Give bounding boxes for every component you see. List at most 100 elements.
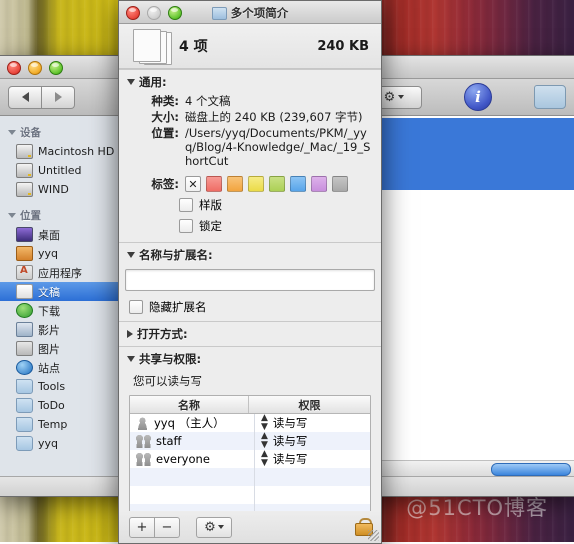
label-tags-row[interactable]: 标签: ✕ (127, 176, 373, 192)
label-swatch-green[interactable] (269, 176, 285, 192)
gear-icon: ⚙ (383, 89, 396, 105)
disclosure-triangle-icon[interactable] (8, 130, 16, 135)
size-label: 大小: (151, 110, 179, 124)
sidebar-group-devices-label: 设备 (20, 127, 41, 139)
sidebar-item-label: 站点 (38, 361, 60, 375)
sidebar-item-temp[interactable]: Temp (0, 415, 118, 434)
permission-user-name: staff (156, 434, 182, 448)
locked-checkbox-row[interactable]: 锁定 (179, 218, 373, 234)
home-icon (16, 246, 33, 261)
label-swatch-purple[interactable] (311, 176, 327, 192)
table-row-empty (130, 486, 370, 504)
stepper-icon[interactable]: ▲ ▼ (261, 432, 268, 450)
name-input[interactable] (125, 269, 375, 291)
get-info-window-title: 多个项简介 (119, 5, 381, 21)
permission-value-cell[interactable]: ▲ ▼ 读与写 (255, 450, 370, 468)
permission-user-name: everyone (156, 452, 210, 466)
sidebar-item-untitled[interactable]: Untitled (0, 161, 118, 180)
stationery-checkbox-row[interactable]: 样版 (179, 197, 373, 213)
sidebar-item-desktop[interactable]: 桌面 (0, 225, 118, 244)
sidebar-item-applications[interactable]: 应用程序 (0, 263, 118, 282)
sidebar-item-label: 影片 (38, 323, 60, 337)
stepper-icon[interactable]: ▲ ▼ (261, 450, 268, 468)
finder-sidebar[interactable]: 设备 Macintosh HD Untitled WIND 位置 桌面 yyq … (0, 116, 119, 476)
sidebar-group-places-header[interactable]: 位置 (0, 199, 118, 225)
section-sharing-header[interactable]: 共享与权限: (119, 347, 381, 371)
column-header-name[interactable]: 名称 (130, 396, 249, 413)
chevron-right-icon (54, 92, 62, 102)
label-swatch-blue[interactable] (290, 176, 306, 192)
folder-toolbar-icon[interactable] (534, 85, 566, 109)
table-row[interactable]: yyq （主人） ▲ ▼ 读与写 (130, 414, 370, 432)
section-general-header[interactable]: 通用: (119, 70, 381, 94)
item-count-label: 4 项 (179, 39, 208, 55)
sidebar-item-movies[interactable]: 影片 (0, 320, 118, 339)
sidebar-item-yyq-folder[interactable]: yyq (0, 434, 118, 453)
get-info-title-text: 多个项简介 (230, 6, 289, 20)
where-label: 位置: (151, 126, 179, 140)
sidebar-item-label: 下载 (38, 304, 60, 318)
label-swatch-orange[interactable] (227, 176, 243, 192)
permission-value-cell[interactable]: ▲ ▼ 读与写 (255, 414, 370, 432)
label-swatches[interactable]: ✕ (185, 176, 348, 192)
get-info-button[interactable]: i (464, 83, 492, 111)
sidebar-item-label: WIND (38, 183, 69, 196)
sidebar-item-tools[interactable]: Tools (0, 377, 118, 396)
back-button[interactable] (8, 85, 42, 109)
sidebar-item-downloads[interactable]: 下载 (0, 301, 118, 320)
sidebar-item-documents[interactable]: 文稿 (0, 282, 118, 301)
disclosure-triangle-icon[interactable] (127, 252, 135, 258)
get-info-footer[interactable]: + − ⚙ (119, 511, 381, 543)
stepper-icon[interactable]: ▲ ▼ (261, 414, 268, 432)
sidebar-item-home[interactable]: yyq (0, 244, 118, 263)
sites-icon (16, 360, 33, 375)
size-value: 磁盘上的 240 KB (239,607 字节) (185, 110, 363, 124)
table-row[interactable]: everyone ▲ ▼ 读与写 (130, 450, 370, 468)
permissions-table[interactable]: 名称 权限 yyq （主人） ▲ ▼ 读与写 staff ▲ ▼ 读与写 eve… (129, 395, 371, 511)
disclosure-triangle-icon[interactable] (127, 356, 135, 362)
hide-extension-checkbox[interactable] (129, 300, 143, 314)
locked-label: 锁定 (199, 219, 222, 233)
label-swatch-red[interactable] (206, 176, 222, 192)
sidebar-item-pictures[interactable]: 图片 (0, 339, 118, 358)
chevron-down-icon (217, 525, 224, 529)
kind-label: 种类: (151, 94, 179, 108)
section-name-extension-header[interactable]: 名称与扩展名: (119, 243, 381, 267)
remove-user-button[interactable]: − (155, 516, 180, 538)
forward-button[interactable] (42, 85, 75, 109)
disclosure-triangle-icon[interactable] (127, 330, 133, 338)
get-info-titlebar[interactable]: 多个项简介 (119, 1, 381, 24)
sidebar-item-sites[interactable]: 站点 (0, 358, 118, 377)
disclosure-triangle-icon[interactable] (127, 79, 135, 85)
sidebar-item-label: ToDo (38, 399, 65, 412)
resize-grip[interactable] (368, 530, 379, 541)
get-info-header: 4 项 240 KB (119, 24, 381, 69)
label-swatch-yellow[interactable] (248, 176, 264, 192)
chevron-down-icon (398, 95, 405, 99)
sidebar-item-wind[interactable]: WIND (0, 180, 118, 199)
permissions-action-button[interactable]: ⚙ (196, 516, 232, 538)
section-open-with-header[interactable]: 打开方式: (119, 322, 381, 346)
get-info-window[interactable]: 多个项简介 4 项 240 KB 通用: 种类: 4 个文稿 大小: 磁盘上的 … (118, 0, 382, 544)
scrollbar-thumb[interactable] (491, 463, 571, 476)
hard-disk-icon (16, 182, 33, 197)
sidebar-item-macintosh-hd[interactable]: Macintosh HD (0, 142, 118, 161)
table-row[interactable]: staff ▲ ▼ 读与写 (130, 432, 370, 450)
sidebar-group-devices-header[interactable]: 设备 (0, 121, 118, 142)
column-header-permission[interactable]: 权限 (249, 396, 370, 413)
stationery-checkbox[interactable] (179, 198, 193, 212)
permission-value-cell[interactable]: ▲ ▼ 读与写 (255, 432, 370, 450)
disclosure-triangle-icon[interactable] (8, 213, 16, 218)
locked-checkbox[interactable] (179, 219, 193, 233)
label-swatch-none[interactable]: ✕ (185, 176, 201, 192)
add-user-button[interactable]: + (129, 516, 155, 538)
sidebar-item-label: 文稿 (38, 285, 60, 299)
table-row-empty (130, 504, 370, 511)
hide-extension-row[interactable]: 隐藏扩展名 (129, 299, 381, 315)
nav-segmented-control[interactable] (8, 85, 75, 109)
sidebar-item-label: yyq (38, 247, 59, 260)
section-general-body: 种类: 4 个文稿 大小: 磁盘上的 240 KB (239,607 字节) 位… (119, 94, 381, 242)
sidebar-item-todo[interactable]: ToDo (0, 396, 118, 415)
label-swatch-gray[interactable] (332, 176, 348, 192)
hard-disk-icon (16, 163, 33, 178)
